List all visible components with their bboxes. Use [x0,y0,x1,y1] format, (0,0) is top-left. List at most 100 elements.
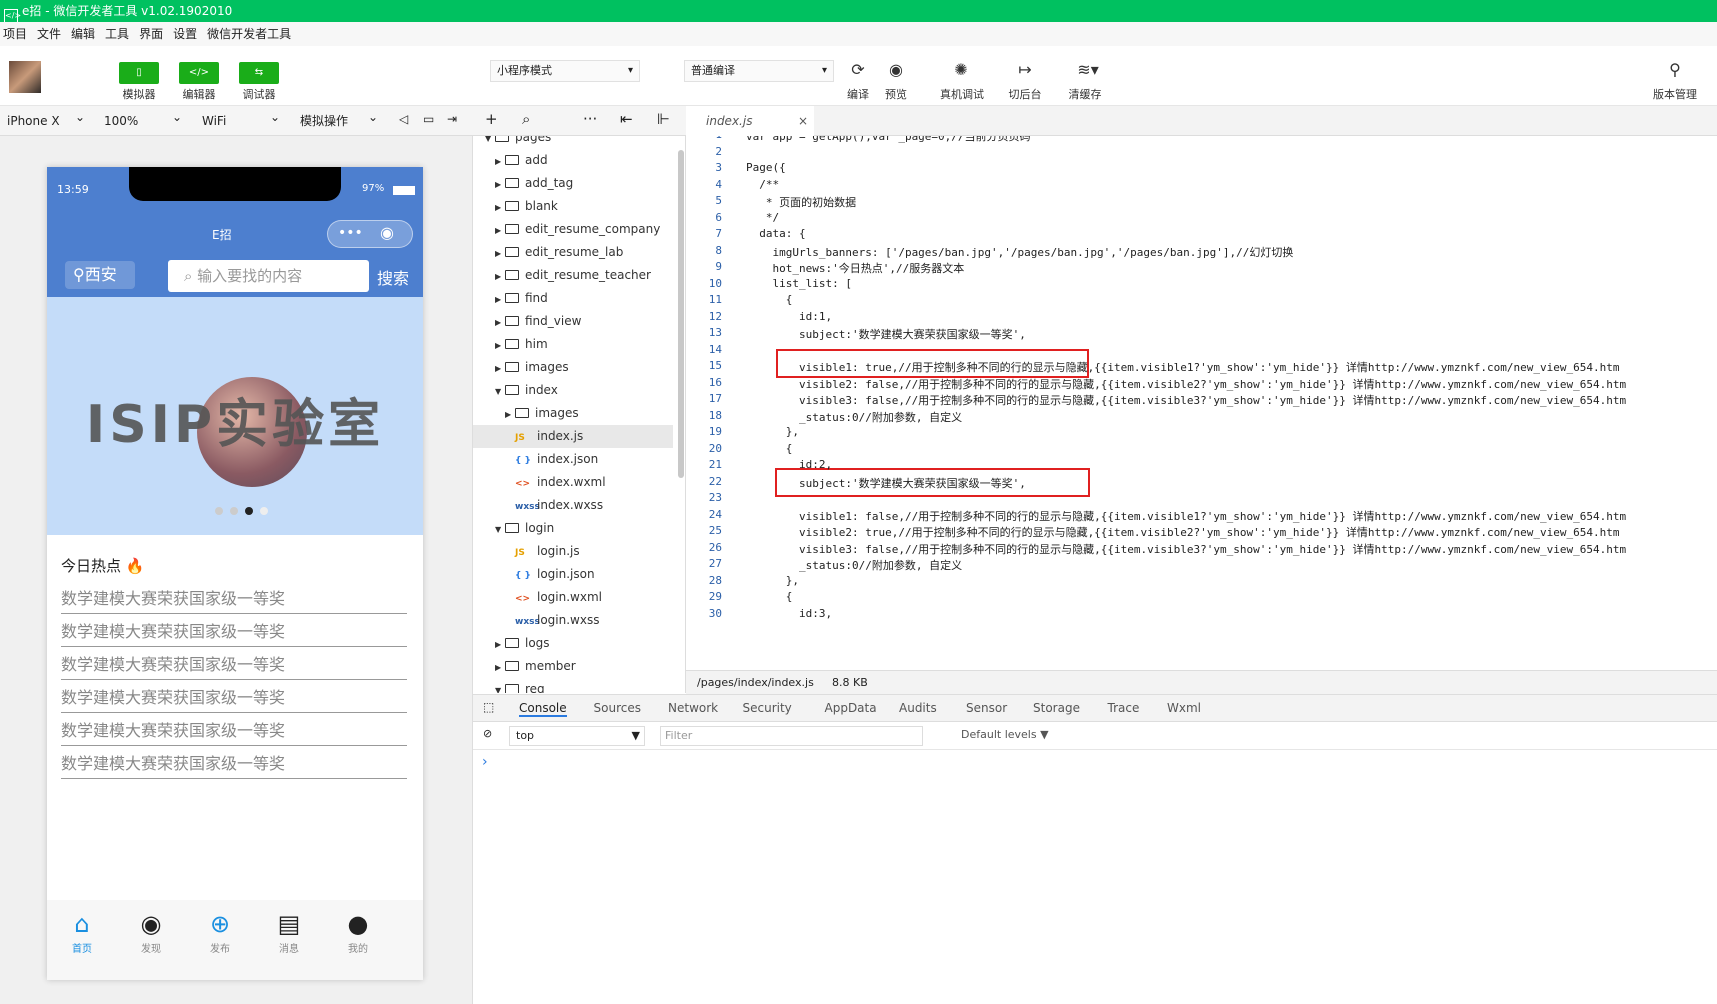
clear-console-icon[interactable]: ⊘ [483,727,492,740]
caret-right-icon[interactable]: ▶ [495,311,505,334]
compile-icon[interactable]: ⟳ [843,60,873,79]
tree-item[interactable]: ▶ images [473,356,673,379]
clear-cache-icon[interactable]: ≋▾ [1070,60,1106,79]
levels-select[interactable]: Default levels ▼ [961,728,1049,741]
capsule-menu[interactable]: ••• ◉ [327,220,413,248]
devtools-tab[interactable]: Console [519,701,567,717]
more-icon[interactable]: ••• [338,225,363,241]
add-icon[interactable]: + [485,110,498,128]
devtools-tab[interactable]: Sensor [966,701,1007,715]
zoom-select[interactable]: 100% [104,108,182,130]
hot-news-item[interactable]: 数学建模大赛荣获国家级一等奖 [61,750,407,779]
tree-item[interactable]: ▶ logs [473,632,673,655]
caret-right-icon[interactable]: ▶ [495,357,505,380]
compile-label[interactable]: 编译 [838,86,878,102]
tree-item[interactable]: { } login.json [473,563,673,586]
tab-3[interactable]: ▤ 消息 [254,908,324,955]
compile-mode-select[interactable]: 普通编译 [684,60,834,82]
dot-4[interactable] [260,507,268,515]
devtools-tab[interactable]: Trace [1108,701,1140,715]
tree-item[interactable]: ▼ reg [473,678,673,693]
tree-item[interactable]: ▶ edit_resume_company [473,218,673,241]
devtools-tab[interactable]: Wxml [1167,701,1201,715]
caret-down-icon[interactable]: ▼ [495,518,505,541]
editor-button[interactable]: </> [179,62,219,84]
tree-item[interactable]: ▼ index [473,379,673,402]
location-button[interactable]: ⚲西安 [65,261,135,289]
tree-item[interactable]: ▶ member [473,655,673,678]
menu-item[interactable]: 微信开发者工具 [207,27,291,41]
caret-right-icon[interactable]: ▶ [495,656,505,679]
dot-3-active[interactable] [245,507,253,515]
inspect-icon[interactable]: ⬚ [483,700,494,714]
menu-item[interactable]: 工具 [105,27,129,41]
preview-icon[interactable]: ◉ [881,60,911,79]
tab-2[interactable]: ⊕ 发布 [185,908,255,955]
background-icon[interactable]: ↦ [1010,60,1040,79]
preview-label[interactable]: 预览 [876,86,916,102]
devtools-tab[interactable]: Audits [899,701,937,715]
dot-2[interactable] [230,507,238,515]
tree-item[interactable]: ▶ edit_resume_teacher [473,264,673,287]
menu-item[interactable]: 项目 [3,27,27,41]
code-editor[interactable]: 1 var app = getApp();var _page=0;//当前分页页码… [686,136,1717,670]
tree-item[interactable]: ▶ find_view [473,310,673,333]
popout-icon[interactable]: ⇥ [447,112,457,126]
more-icon[interactable]: ··· [583,110,597,128]
debugger-button[interactable]: ⇆ [239,62,279,84]
window-icon[interactable]: ▭ [423,112,434,126]
context-select[interactable]: top ▼ [509,726,645,746]
sim-ops-select[interactable]: 模拟操作 [300,108,378,130]
tree-item[interactable]: ▼ pages [473,136,673,149]
tree-item[interactable]: ▶ him [473,333,673,356]
tab-index-js[interactable]: index.js × [686,106,814,136]
menu-item[interactable]: 界面 [139,27,163,41]
version-label[interactable]: 版本管理 [1645,86,1705,102]
search-input[interactable]: ⌕ 输入要找的内容 [168,260,369,292]
hot-news-item[interactable]: 数学建模大赛荣获国家级一等奖 [61,684,407,713]
remote-debug-icon[interactable]: ✺ [946,60,976,79]
tab-1[interactable]: ◉ 发现 [116,908,186,955]
caret-down-icon[interactable]: ▼ [495,679,505,693]
tree-item[interactable]: ▶ images [473,402,673,425]
caret-right-icon[interactable]: ▶ [495,150,505,173]
tree-item[interactable]: ▼ login [473,517,673,540]
tab-0[interactable]: ⌂ 首页 [47,908,117,955]
caret-right-icon[interactable]: ▶ [495,265,505,288]
tree-scrollbar[interactable] [678,150,684,478]
caret-right-icon[interactable]: ▶ [495,219,505,242]
tree-item[interactable]: JS index.js [473,425,673,448]
version-icon[interactable]: ⚲ [1660,60,1690,79]
search-button[interactable]: 搜索 [377,265,409,289]
console-prompt[interactable]: › [482,754,488,770]
tree-item[interactable]: wxssindex.wxss [473,494,673,517]
collapse-icon[interactable]: ⇤ [620,110,633,128]
background-label[interactable]: 切后台 [1000,86,1050,102]
caret-right-icon[interactable]: ▶ [495,196,505,219]
remote-debug-label[interactable]: 真机调试 [932,86,992,102]
hot-news-item[interactable]: 数学建模大赛荣获国家级一等奖 [61,618,407,647]
devtools-tab[interactable]: Security [743,701,792,715]
caret-down-icon[interactable]: ▼ [485,136,495,150]
hide-tree-icon[interactable]: ⊩ [657,110,670,128]
tab-4[interactable]: ● 我的 [323,908,393,955]
tree-item[interactable]: JS login.js [473,540,673,563]
tree-item[interactable]: ▶ blank [473,195,673,218]
tree-item[interactable]: ▶ add_tag [473,172,673,195]
tree-item[interactable]: ▶ add [473,149,673,172]
search-tree-icon[interactable]: ⌕ [522,110,530,128]
tree-item[interactable]: ▶ find [473,287,673,310]
network-select[interactable]: WiFi [202,108,280,130]
device-select[interactable]: iPhone X [7,108,85,130]
menu-item[interactable]: 设置 [173,27,197,41]
console-output[interactable]: › [473,750,1717,1004]
caret-right-icon[interactable]: ▶ [495,173,505,196]
banner-swiper[interactable]: ISIP实验室 [47,297,423,535]
clear-cache-label[interactable]: 清缓存 [1060,86,1110,102]
tree-item[interactable]: { } index.json [473,448,673,471]
mode-select[interactable]: 小程序模式 [490,60,640,82]
mute-icon[interactable]: ◁ [399,112,408,126]
tree-item[interactable]: <> index.wxml [473,471,673,494]
caret-right-icon[interactable]: ▶ [495,242,505,265]
hot-news-item[interactable]: 数学建模大赛荣获国家级一等奖 [61,585,407,614]
